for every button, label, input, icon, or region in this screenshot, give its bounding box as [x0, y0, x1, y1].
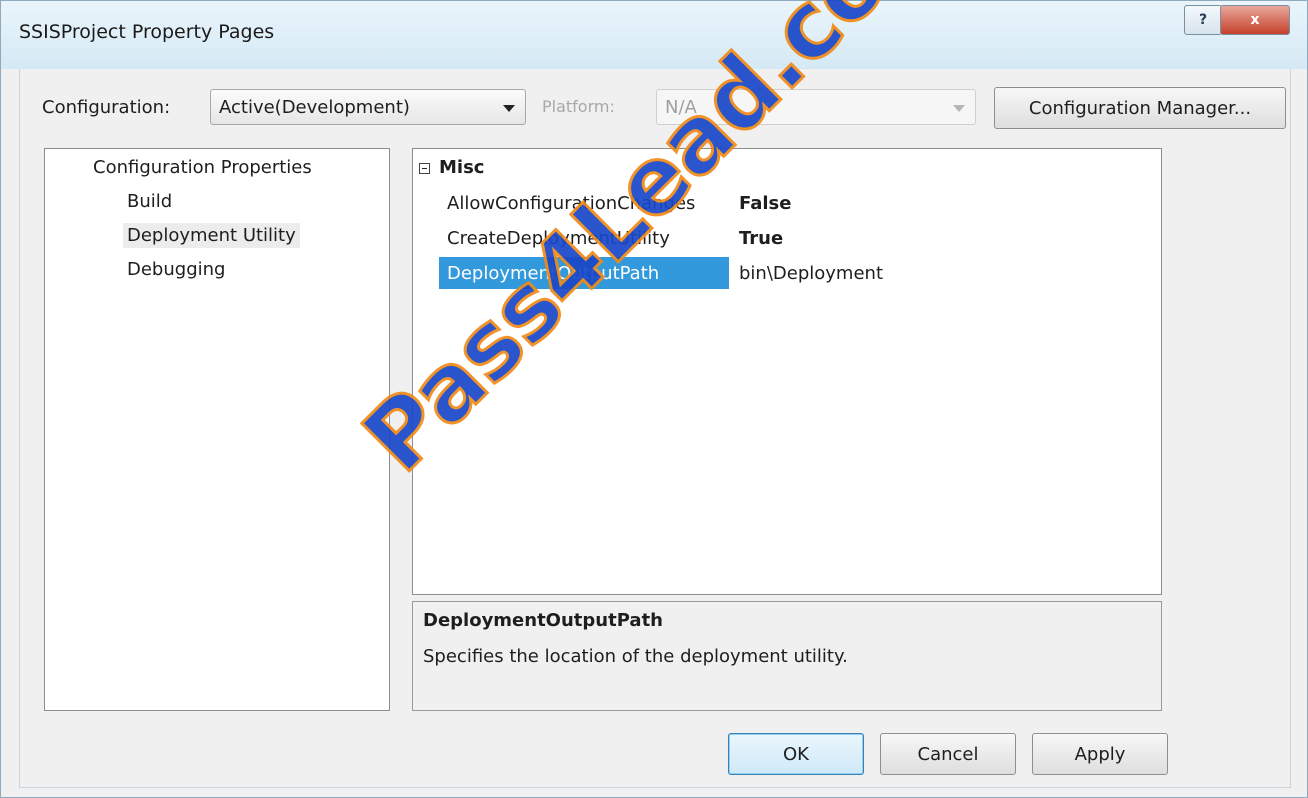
property-name-deployment-output-path[interactable]: DeploymentOutputPath	[439, 257, 729, 289]
property-value-deployment-output-path[interactable]: bin\Deployment	[739, 257, 883, 289]
tree-item-deployment-utility[interactable]: Deployment Utility	[123, 223, 300, 248]
property-value-allow-configuration-changes[interactable]: False	[739, 187, 791, 219]
configuration-value: Active(Development)	[219, 96, 410, 118]
description-panel: DeploymentOutputPath Specifies the locat…	[412, 601, 1162, 711]
ok-button[interactable]: OK	[728, 733, 864, 775]
title-bar[interactable]: SSISProject Property Pages ? x	[1, 1, 1307, 69]
close-icon: x	[1250, 12, 1260, 28]
configuration-label: Configuration:	[42, 97, 171, 118]
configuration-dropdown[interactable]: Active(Development)	[210, 89, 526, 125]
dialog-content: Configuration: Active(Development) Platf…	[19, 69, 1291, 788]
tree-item-build[interactable]: Build	[123, 189, 176, 214]
apply-label: Apply	[1074, 743, 1126, 765]
configuration-manager-button[interactable]: Configuration Manager...	[994, 87, 1286, 129]
property-value-create-deployment-utility[interactable]: True	[739, 222, 783, 254]
tree-item-debugging[interactable]: Debugging	[123, 257, 229, 282]
cancel-button[interactable]: Cancel	[880, 733, 1016, 775]
cancel-label: Cancel	[917, 743, 979, 765]
ok-label: OK	[783, 743, 809, 765]
chevron-down-icon	[503, 105, 515, 112]
help-icon: ?	[1198, 12, 1208, 28]
category-row-misc[interactable]: Misc	[413, 155, 1161, 185]
configuration-manager-label: Configuration Manager...	[1028, 97, 1252, 119]
collapse-icon[interactable]	[419, 163, 430, 174]
close-button[interactable]: x	[1220, 5, 1290, 35]
platform-dropdown: N/A	[656, 89, 976, 125]
window-title: SSISProject Property Pages	[19, 21, 275, 43]
property-name-allow-configuration-changes[interactable]: AllowConfigurationChanges	[439, 187, 729, 219]
help-button[interactable]: ?	[1184, 5, 1222, 35]
property-name-create-deployment-utility[interactable]: CreateDeploymentUtility	[439, 222, 729, 254]
tree-item-configuration-properties[interactable]: Configuration Properties	[89, 155, 316, 180]
configuration-tree[interactable]: Configuration Properties Build Deploymen…	[44, 148, 390, 711]
platform-label: Platform:	[542, 97, 615, 116]
property-grid[interactable]: Misc AllowConfigurationChanges False Cre…	[412, 148, 1162, 595]
property-pages-window: SSISProject Property Pages ? x Configura…	[0, 0, 1308, 798]
description-text: Specifies the location of the deployment…	[423, 646, 848, 667]
apply-button[interactable]: Apply	[1032, 733, 1168, 775]
description-title: DeploymentOutputPath	[423, 610, 663, 631]
category-label: Misc	[439, 157, 485, 178]
chevron-down-icon	[953, 105, 965, 112]
platform-value: N/A	[665, 96, 697, 118]
